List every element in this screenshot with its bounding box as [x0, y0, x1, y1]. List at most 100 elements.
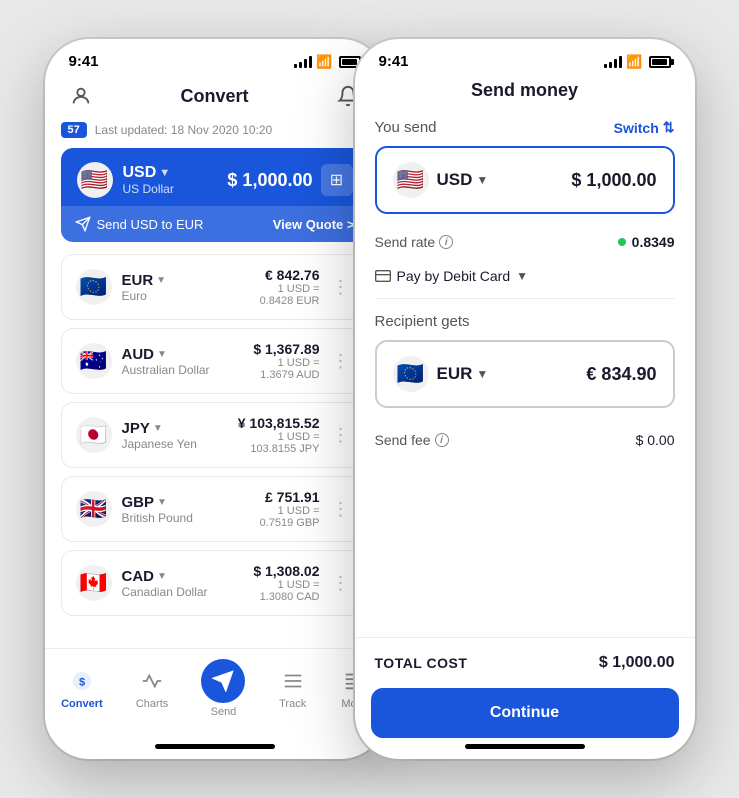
tab-track[interactable]: Track [279, 667, 307, 710]
send-section: You send Switch ⇅ 🇺🇸 USD ▼ [355, 111, 695, 637]
send-currency-code: USD ▼ [437, 170, 489, 190]
nav-header-1: Convert [45, 76, 385, 122]
aud-info: AUD ▼ Australian Dollar [122, 346, 210, 377]
phones-container: 9:41 📶 Convert [0, 0, 739, 798]
eur-more-btn[interactable]: ⋮ [328, 277, 354, 298]
svg-text:$: $ [79, 677, 85, 689]
aud-code: AUD ▼ [122, 346, 210, 363]
gbp-amounts: £ 751.91 1 USD = 0.7519 GBP [260, 489, 320, 529]
update-badge: 57 [61, 122, 87, 138]
list-item[interactable]: 🇪🇺 EUR ▼ Euro € 842.76 [61, 254, 369, 320]
main-card-row: 🇺🇸 USD ▼ US Dollar $ 1,000.00 ⊞ [77, 162, 353, 198]
aud-left: 🇦🇺 AUD ▼ Australian Dollar [76, 343, 210, 379]
dollar-icon: $ [68, 667, 96, 695]
eur-rate: 1 USD = 0.8428 EUR [260, 283, 320, 307]
calculator-icon[interactable]: ⊞ [321, 164, 353, 196]
continue-button[interactable]: Continue [371, 688, 679, 738]
total-cost-bar: TOTAL COST $ 1,000.00 [355, 637, 695, 688]
recipient-card[interactable]: 🇪🇺 EUR ▼ € 834.90 [375, 340, 675, 408]
list-item[interactable]: 🇦🇺 AUD ▼ Australian Dollar $ 1,367.89 [61, 328, 369, 394]
gbp-rate: 1 USD = 0.7519 GBP [260, 505, 320, 529]
recipient-gets-label: Recipient gets [375, 313, 675, 330]
gbp-name: British Pound [122, 511, 193, 525]
send-bar[interactable]: Send USD to EUR View Quote > [61, 206, 369, 242]
cad-name: Canadian Dollar [122, 585, 208, 599]
jpy-rate: 1 USD = 103.8155 JPY [238, 431, 320, 455]
jpy-left: 🇯🇵 JPY ▼ Japanese Yen [76, 417, 197, 453]
send-currency-chevron: ▼ [476, 173, 488, 187]
signal-icon-2 [604, 56, 622, 68]
send-amount: $ 1,000.00 [571, 170, 656, 191]
view-quote-btn[interactable]: View Quote > [273, 217, 355, 232]
main-currency-card[interactable]: 🇺🇸 USD ▼ US Dollar $ 1,000.00 ⊞ [61, 148, 369, 242]
last-updated-text: Last updated: 18 Nov 2020 10:20 [95, 123, 272, 137]
total-cost-label: TOTAL COST [375, 655, 468, 671]
dropdown-arrow-main: ▼ [159, 167, 170, 179]
gbp-code: GBP ▼ [122, 494, 193, 511]
eur-amount: € 842.76 [260, 267, 320, 283]
gbp-right: £ 751.91 1 USD = 0.7519 GBP ⋮ [260, 489, 354, 529]
aud-amount: $ 1,367.89 [253, 341, 319, 357]
person-icon[interactable] [65, 80, 97, 112]
gbp-amount: £ 751.91 [260, 489, 320, 505]
gbp-more-btn[interactable]: ⋮ [328, 499, 354, 520]
recipient-amount: € 834.90 [586, 364, 656, 385]
switch-icon: ⇅ [663, 119, 675, 136]
main-card-left: 🇺🇸 USD ▼ US Dollar [77, 162, 174, 198]
gbp-dropdown: ▼ [157, 497, 167, 508]
send-currency-selector[interactable]: 🇺🇸 USD ▼ [393, 162, 489, 198]
aud-flag: 🇦🇺 [76, 343, 112, 379]
recipient-flag: 🇪🇺 [393, 356, 429, 392]
list-item[interactable]: 🇨🇦 CAD ▼ Canadian Dollar $ 1,308.02 [61, 550, 369, 616]
list-item[interactable]: 🇬🇧 GBP ▼ British Pound £ 751.91 [61, 476, 369, 542]
pay-method-label: Pay by Debit Card [397, 268, 511, 284]
send-flag: 🇺🇸 [393, 162, 429, 198]
usd-flag: 🇺🇸 [77, 162, 113, 198]
cad-more-btn[interactable]: ⋮ [328, 573, 354, 594]
send-rate-row: Send rate i 0.8349 [375, 228, 675, 256]
list-item[interactable]: 🇯🇵 JPY ▼ Japanese Yen ¥ 103,815.52 [61, 402, 369, 468]
tab-convert[interactable]: $ Convert [61, 667, 103, 710]
total-cost-value: $ 1,000.00 [599, 654, 675, 672]
pay-method-chevron: ▼ [516, 269, 528, 283]
aud-rate: 1 USD = 1.3679 AUD [253, 357, 319, 381]
send-fee-label: Send fee i [375, 432, 449, 448]
gbp-flag: 🇬🇧 [76, 491, 112, 527]
home-indicator-1 [155, 744, 275, 749]
home-indicator-2 [465, 744, 585, 749]
cad-dropdown: ▼ [157, 571, 167, 582]
aud-amounts: $ 1,367.89 1 USD = 1.3679 AUD [253, 341, 319, 381]
aud-right: $ 1,367.89 1 USD = 1.3679 AUD ⋮ [253, 341, 353, 381]
cad-rate: 1 USD = 1.3080 CAD [253, 579, 319, 603]
status-bar-2: 9:41 📶 [355, 39, 695, 76]
main-currency-code: USD ▼ [123, 164, 174, 182]
send-rate-info-icon[interactable]: i [439, 235, 453, 249]
eur-name: Euro [122, 289, 167, 303]
eur-info: EUR ▼ Euro [122, 272, 167, 303]
main-currency-amount: $ 1,000.00 [227, 170, 312, 191]
you-send-label: You send [375, 119, 437, 136]
recipient-currency-selector[interactable]: 🇪🇺 EUR ▼ [393, 356, 489, 392]
aud-more-btn[interactable]: ⋮ [328, 351, 354, 372]
gbp-left: 🇬🇧 GBP ▼ British Pound [76, 491, 193, 527]
page-title-2: Send money [471, 80, 578, 101]
switch-button[interactable]: Switch ⇅ [614, 119, 675, 136]
track-icon [279, 667, 307, 695]
signal-icon [294, 56, 312, 68]
credit-card-icon [375, 268, 391, 284]
eur-dropdown: ▼ [156, 275, 166, 286]
send-fee-info-icon[interactable]: i [435, 433, 449, 447]
jpy-amounts: ¥ 103,815.52 1 USD = 103.8155 JPY [238, 415, 320, 455]
eur-left: 🇪🇺 EUR ▼ Euro [76, 269, 167, 305]
jpy-more-btn[interactable]: ⋮ [328, 425, 354, 446]
status-time-2: 9:41 [379, 53, 409, 70]
you-send-card[interactable]: 🇺🇸 USD ▼ $ 1,000.00 [375, 146, 675, 214]
tab-charts[interactable]: Charts [136, 667, 168, 710]
recipient-currency-chevron: ▼ [476, 367, 488, 381]
pay-method-row[interactable]: Pay by Debit Card ▼ [375, 260, 675, 299]
recipient-currency-code: EUR ▼ [437, 364, 489, 384]
cad-amounts: $ 1,308.02 1 USD = 1.3080 CAD [253, 563, 319, 603]
cad-amount: $ 1,308.02 [253, 563, 319, 579]
nav-header-2: Send money [355, 76, 695, 111]
tab-send[interactable]: Send [201, 659, 245, 718]
